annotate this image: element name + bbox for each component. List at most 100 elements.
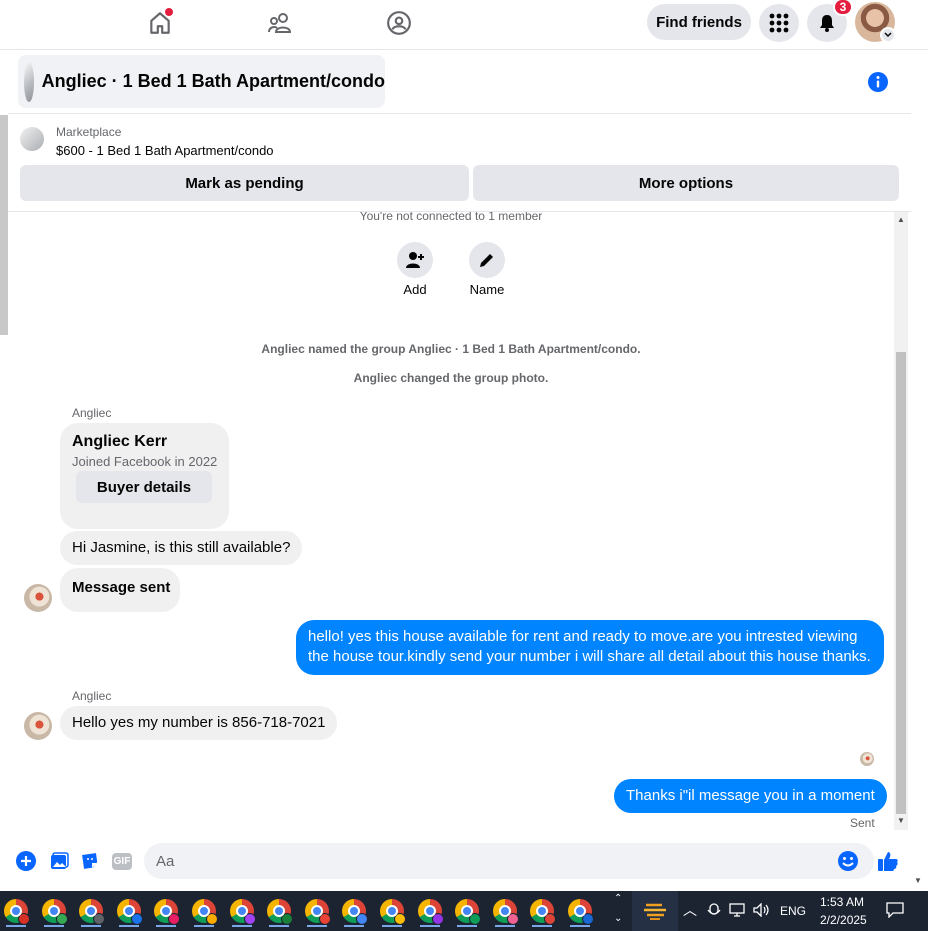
incoming-message[interactable]: Hi Jasmine, is this still available? xyxy=(60,531,303,565)
taskbar-chrome-window[interactable] xyxy=(226,895,258,927)
name-group-button[interactable] xyxy=(469,242,505,278)
emoji-button[interactable] xyxy=(837,850,859,872)
taskbar-chrome-window[interactable] xyxy=(188,895,220,927)
sticker-button[interactable] xyxy=(79,850,101,872)
profile-badge-icon xyxy=(206,913,218,925)
like-button[interactable] xyxy=(877,850,899,872)
chrome-icon xyxy=(42,899,68,925)
scroll-down-icon[interactable]: ▼ xyxy=(896,816,906,826)
incoming-message[interactable]: Hello yes my number is 856-718-7021 xyxy=(60,706,338,740)
network-icon[interactable] xyxy=(728,899,748,921)
running-indicator xyxy=(194,925,214,927)
buyer-details-button[interactable]: Buyer details xyxy=(76,471,212,503)
add-member-button[interactable] xyxy=(397,242,433,278)
notifications-button[interactable]: 3 xyxy=(807,0,853,42)
page-scroll-down-icon[interactable]: ▼ xyxy=(914,876,922,885)
scrollbar-thumb[interactable] xyxy=(896,352,906,814)
taskbar-chrome-window[interactable] xyxy=(263,895,295,927)
taskbar-chrome-window[interactable] xyxy=(75,895,107,927)
profile-badge-icon xyxy=(281,913,293,925)
buyer-name: Angliec Kerr xyxy=(72,433,168,450)
chrome-icon xyxy=(418,899,444,925)
taskbar-chrome-window[interactable] xyxy=(489,895,521,927)
attach-photo-button[interactable] xyxy=(48,850,70,872)
name-label: Name xyxy=(469,282,505,297)
scroll-up-icon[interactable]: ▲ xyxy=(896,215,906,225)
clock-time[interactable]: 1:53 AM xyxy=(820,895,864,909)
volume-icon[interactable] xyxy=(752,899,772,921)
profile-badge-icon xyxy=(244,913,256,925)
gif-button[interactable]: GIF xyxy=(111,850,133,872)
clock-date[interactable]: 2/2/2025 xyxy=(820,913,867,927)
running-indicator xyxy=(44,925,64,927)
running-indicator xyxy=(457,925,477,927)
chrome-icon xyxy=(154,899,180,925)
chat-title: Angliec · 1 Bed 1 Bath Apartment/condo xyxy=(41,71,385,91)
home-nav-button[interactable] xyxy=(141,6,179,40)
profile-badge-icon xyxy=(356,913,368,925)
more-options-button[interactable]: More options xyxy=(473,165,899,201)
taskbar-chrome-window[interactable] xyxy=(564,895,596,927)
taskbar-scroll-down-icon[interactable]: ⌄ xyxy=(614,913,622,924)
add-person-icon xyxy=(406,252,424,268)
sender-avatar[interactable] xyxy=(24,584,52,612)
more-actions-button[interactable] xyxy=(15,850,37,872)
mark-as-pending-button[interactable]: Mark as pending xyxy=(20,165,469,201)
marketplace-listing-bar: Marketplace $600 - 1 Bed 1 Bath Apartmen… xyxy=(8,115,911,212)
chat-title-button[interactable]: Angliec · 1 Bed 1 Bath Apartment/condo xyxy=(18,55,385,108)
weather-widget[interactable] xyxy=(632,891,678,931)
listing-thumbnail[interactable] xyxy=(20,127,44,151)
notifications-badge: 3 xyxy=(833,0,853,16)
running-indicator xyxy=(420,925,440,927)
groups-nav-button[interactable] xyxy=(380,6,418,40)
taskbar-chrome-window[interactable] xyxy=(150,895,182,927)
chrome-icon xyxy=(342,899,368,925)
profile-badge-icon xyxy=(432,913,444,925)
message-sent-bubble[interactable]: Message sent xyxy=(60,568,180,612)
chrome-icon xyxy=(568,899,594,925)
running-indicator xyxy=(232,925,252,927)
taskbar-chrome-window[interactable] xyxy=(526,895,558,927)
chrome-icon xyxy=(530,899,556,925)
info-icon[interactable] xyxy=(867,71,889,93)
message-scrollbar[interactable]: ▲ ▼ xyxy=(894,212,908,830)
language-indicator[interactable]: ENG xyxy=(780,904,806,918)
menu-button[interactable] xyxy=(759,4,799,42)
delivery-status: Sent xyxy=(850,816,875,830)
emoji-icon xyxy=(838,851,858,871)
taskbar-scroll-up-icon[interactable]: ⌃ xyxy=(614,893,622,904)
meet-now-icon[interactable] xyxy=(704,899,724,921)
taskbar-chrome-window[interactable] xyxy=(414,895,446,927)
find-friends-button[interactable]: Find friends xyxy=(647,4,751,40)
sender-name: Angliec xyxy=(72,406,112,420)
profile-badge-icon xyxy=(168,913,180,925)
page-scrollbar-thumb[interactable] xyxy=(0,115,8,335)
group-named-event: Angliec named the group Angliec · 1 Bed … xyxy=(261,342,641,356)
chrome-icon xyxy=(230,899,256,925)
thumbs-up-icon xyxy=(878,852,898,871)
top-navigation: Find friends 3 xyxy=(0,0,928,50)
taskbar-chrome-window[interactable] xyxy=(451,895,483,927)
friends-nav-button[interactable] xyxy=(261,6,299,40)
taskbar-chrome-window[interactable] xyxy=(113,895,145,927)
running-indicator xyxy=(344,925,364,927)
message-input[interactable] xyxy=(144,843,874,879)
show-hidden-icons-chevron-icon[interactable]: ︿ xyxy=(680,899,700,921)
notification-center-icon[interactable] xyxy=(885,899,905,921)
taskbar-chrome-window[interactable] xyxy=(301,895,333,927)
taskbar-chrome-window[interactable] xyxy=(38,895,70,927)
seen-by-avatar xyxy=(860,752,874,766)
account-chevron-icon[interactable] xyxy=(880,27,896,43)
weather-icon xyxy=(644,903,666,920)
sender-name: Angliec xyxy=(72,689,112,703)
profile-badge-icon xyxy=(131,913,143,925)
listing-title[interactable]: $600 - 1 Bed 1 Bath Apartment/condo xyxy=(56,143,274,158)
taskbar-chrome-window[interactable] xyxy=(376,895,408,927)
taskbar-chrome-window[interactable] xyxy=(0,895,32,927)
profile-badge-icon xyxy=(582,913,594,925)
outgoing-message[interactable]: Thanks i"il message you in a moment xyxy=(614,779,887,813)
chrome-icon xyxy=(192,899,218,925)
taskbar-chrome-window[interactable] xyxy=(338,895,370,927)
sender-avatar[interactable] xyxy=(24,712,52,740)
outgoing-message[interactable]: hello! yes this house available for rent… xyxy=(296,620,884,675)
